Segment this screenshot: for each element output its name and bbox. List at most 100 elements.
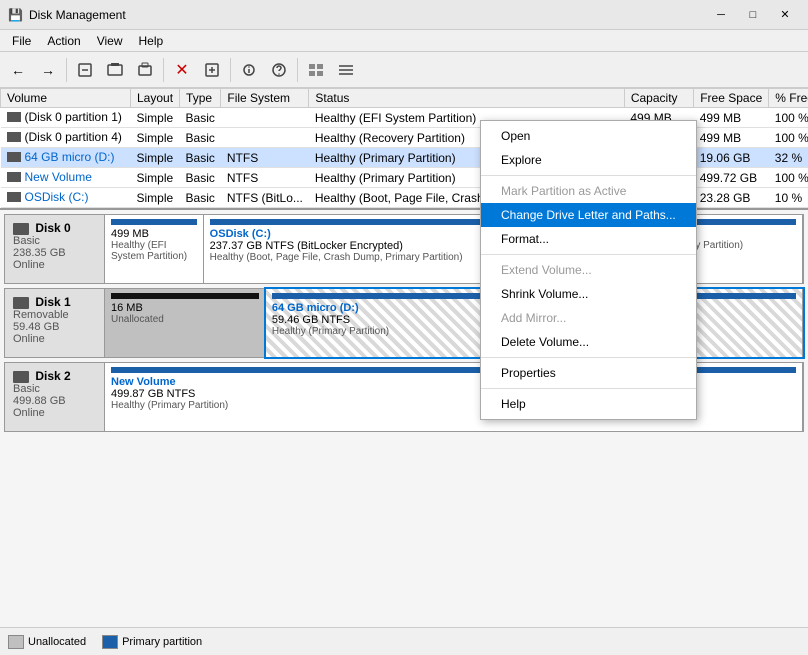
app-icon: 💾 <box>8 8 23 22</box>
disk-status: Online <box>13 333 96 345</box>
table-cell-fs <box>221 128 309 148</box>
table-row[interactable]: (Disk 0 partition 4) <box>1 128 131 148</box>
col-volume[interactable]: Volume <box>1 89 131 108</box>
maximize-button[interactable]: □ <box>738 5 768 25</box>
col-fs[interactable]: File System <box>221 89 309 108</box>
toolbar-sep-2 <box>163 58 164 82</box>
context-menu-item-change-letter[interactable]: Change Drive Letter and Paths... <box>481 203 696 227</box>
disk-label: Disk 1 Removable 59.48 GB Online <box>5 289 105 357</box>
help-button[interactable] <box>265 56 293 84</box>
disk-label-title: Disk 2 <box>13 369 96 383</box>
forward-button[interactable]: → <box>34 56 62 84</box>
refresh-button[interactable] <box>71 56 99 84</box>
toolbar-sep-3 <box>230 58 231 82</box>
delete-button[interactable]: ✕ <box>168 56 196 84</box>
view-button[interactable] <box>302 56 330 84</box>
legend-unallocated-box <box>8 635 24 649</box>
table-cell-fs: NTFS (BitLo... <box>221 188 309 208</box>
menu-help[interactable]: Help <box>131 32 172 50</box>
title-bar: 💾 Disk Management ─ □ ✕ <box>0 0 808 30</box>
status-bar: Unallocated Primary partition <box>0 627 808 655</box>
context-menu-item-shrink[interactable]: Shrink Volume... <box>481 282 696 306</box>
table-cell-fs <box>221 108 309 128</box>
list-view-button[interactable] <box>332 56 360 84</box>
partition[interactable]: 499 MB Healthy (EFI System Partition) <box>105 215 204 283</box>
context-menu-separator <box>481 254 696 255</box>
table-cell-layout: Simple <box>131 188 180 208</box>
context-menu-item-properties[interactable]: Properties <box>481 361 696 385</box>
table-row[interactable]: New Volume <box>1 168 131 188</box>
table-cell-fs: NTFS <box>221 148 309 168</box>
context-menu-item-add-mirror: Add Mirror... <box>481 306 696 330</box>
partition[interactable]: 16 MB Unallocated <box>105 289 266 357</box>
properties-button[interactable] <box>235 56 263 84</box>
partition-size: 16 MB <box>111 302 259 314</box>
partition-status: Unallocated <box>111 314 259 325</box>
table-cell-free: 499.72 GB <box>694 168 769 188</box>
legend-unallocated-label: Unallocated <box>28 636 86 648</box>
col-free[interactable]: Free Space <box>694 89 769 108</box>
context-menu-item-open[interactable]: Open <box>481 124 696 148</box>
context-menu-item-explore[interactable]: Explore <box>481 148 696 172</box>
new-button[interactable] <box>198 56 226 84</box>
table-cell-layout: Simple <box>131 168 180 188</box>
table-cell-pct: 100 % <box>769 128 808 148</box>
rescan-button[interactable] <box>101 56 129 84</box>
disk-status: Online <box>13 259 96 271</box>
context-menu-item-delete[interactable]: Delete Volume... <box>481 330 696 354</box>
table-cell-type: Basic <box>180 108 221 128</box>
disk-size: 238.35 GB <box>13 247 96 259</box>
close-button[interactable]: ✕ <box>770 5 800 25</box>
table-cell-layout: Simple <box>131 148 180 168</box>
disk-button[interactable] <box>131 56 159 84</box>
table-cell-type: Basic <box>180 148 221 168</box>
context-menu-separator <box>481 175 696 176</box>
table-cell-type: Basic <box>180 128 221 148</box>
table-row[interactable]: 64 GB micro (D:) <box>1 148 131 168</box>
col-capacity[interactable]: Capacity <box>624 89 693 108</box>
disk-label: Disk 0 Basic 238.35 GB Online <box>5 215 105 283</box>
disk-partitions: 16 MB Unallocated 64 GB micro (D:) 59.46… <box>105 289 803 357</box>
legend-primary-label: Primary partition <box>122 636 202 648</box>
context-menu-item-extend: Extend Volume... <box>481 258 696 282</box>
context-menu: OpenExploreMark Partition as ActiveChang… <box>480 120 697 420</box>
table-cell-free: 19.06 GB <box>694 148 769 168</box>
toolbar-sep-4 <box>297 58 298 82</box>
partition[interactable]: New Volume 499.87 GB NTFS Healthy (Prima… <box>105 363 803 431</box>
table-row[interactable]: (Disk 0 partition 1) <box>1 108 131 128</box>
table-cell-layout: Simple <box>131 128 180 148</box>
disk-size: 59.48 GB <box>13 321 96 333</box>
table-cell-free: 499 MB <box>694 128 769 148</box>
toolbar-sep-1 <box>66 58 67 82</box>
menu-bar: File Action View Help <box>0 30 808 52</box>
table-cell-free: 23.28 GB <box>694 188 769 208</box>
context-menu-item-format[interactable]: Format... <box>481 227 696 251</box>
table-cell-pct: 100 % <box>769 168 808 188</box>
table-cell-pct: 32 % <box>769 148 808 168</box>
legend-primary-box <box>102 635 118 649</box>
col-pct[interactable]: % Free <box>769 89 808 108</box>
menu-file[interactable]: File <box>4 32 39 50</box>
legend-primary: Primary partition <box>102 635 202 649</box>
disk-type: Basic <box>13 235 96 247</box>
menu-action[interactable]: Action <box>39 32 88 50</box>
disk-status: Online <box>13 407 96 419</box>
col-status[interactable]: Status <box>309 89 624 108</box>
disk-type: Removable <box>13 309 96 321</box>
table-cell-pct: 100 % <box>769 108 808 128</box>
disk-label: Disk 2 Basic 499.88 GB Online <box>5 363 105 431</box>
table-row[interactable]: OSDisk (C:) <box>1 188 131 208</box>
col-layout[interactable]: Layout <box>131 89 180 108</box>
disk-label-title: Disk 0 <box>13 221 96 235</box>
table-cell-free: 499 MB <box>694 108 769 128</box>
table-cell-type: Basic <box>180 168 221 188</box>
context-menu-separator <box>481 388 696 389</box>
partition-status: Healthy (EFI System Partition) <box>111 240 197 262</box>
table-cell-pct: 10 % <box>769 188 808 208</box>
context-menu-item-help[interactable]: Help <box>481 392 696 416</box>
back-button[interactable]: ← <box>4 56 32 84</box>
minimize-button[interactable]: ─ <box>706 5 736 25</box>
menu-view[interactable]: View <box>89 32 131 50</box>
legend-unallocated: Unallocated <box>8 635 86 649</box>
col-type[interactable]: Type <box>180 89 221 108</box>
